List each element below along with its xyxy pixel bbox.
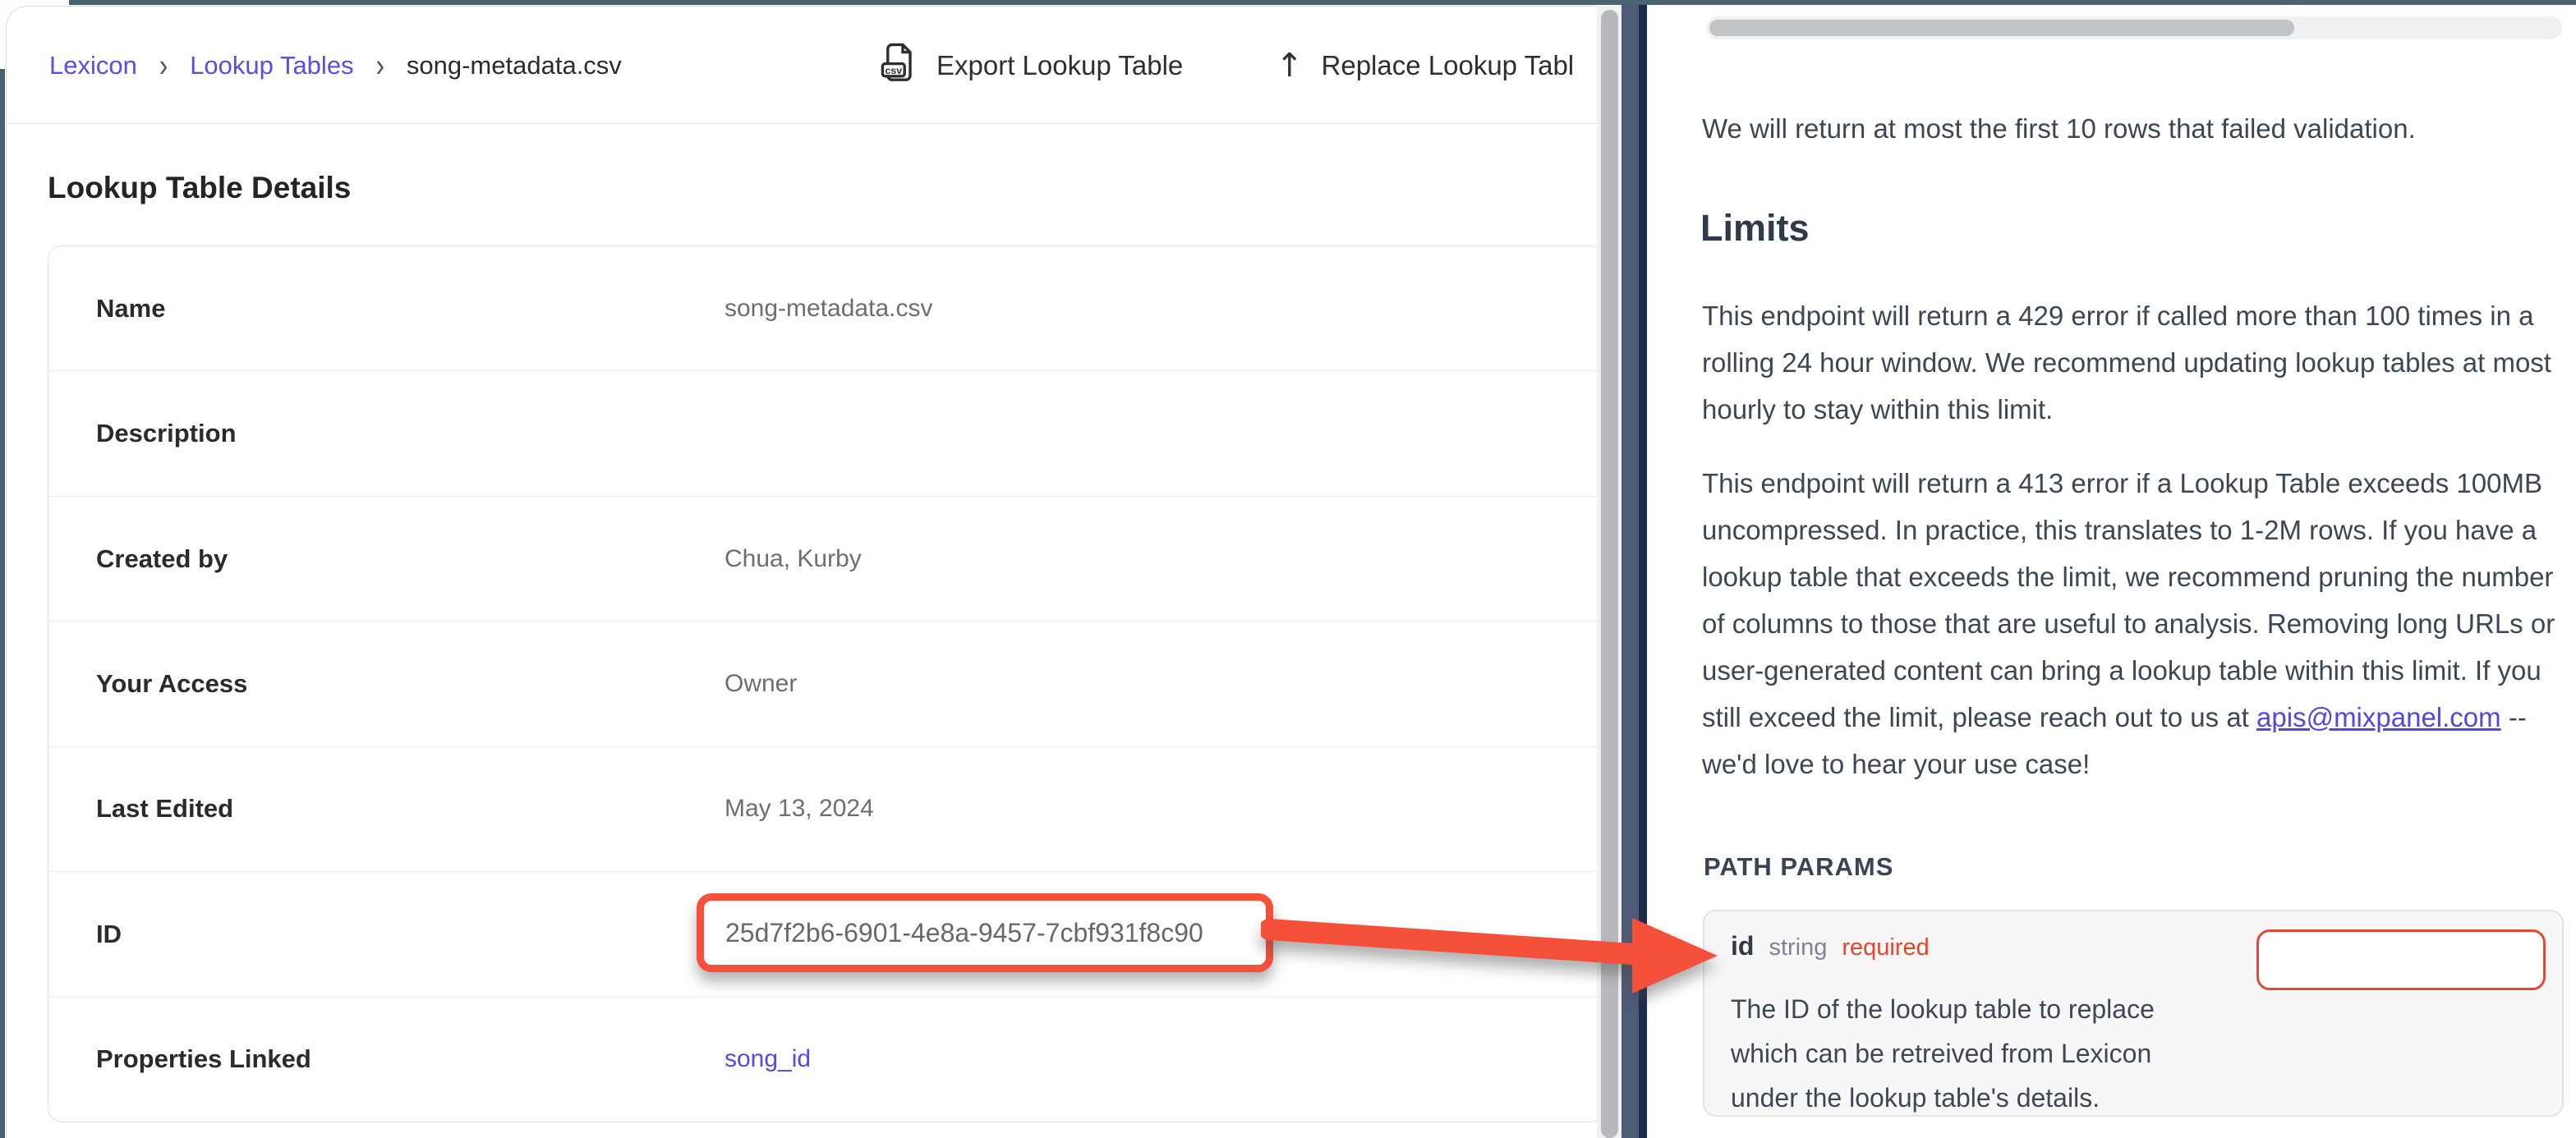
param-description: The ID of the lookup table to replace wh… xyxy=(1731,987,2155,1120)
breadcrumb-separator-icon: › xyxy=(159,47,168,84)
row-value: Chua, Kurby xyxy=(724,545,862,573)
lexicon-header: Lexicon › Lookup Tables › song-metadata.… xyxy=(7,7,1597,124)
limits-paragraph-413: This endpoint will return a 413 error if… xyxy=(1702,460,2563,787)
row-label: Properties Linked xyxy=(96,1044,311,1074)
row-label: ID xyxy=(96,920,122,949)
table-row-name: Name song-metadata.csv xyxy=(48,246,1597,371)
breadcrumb-current-file: song-metadata.csv xyxy=(407,51,622,80)
limits-paragraph-429: This endpoint will return a 429 error if… xyxy=(1702,292,2560,433)
row-label: Description xyxy=(96,419,237,448)
replace-lookup-table-button[interactable]: ↑ Replace Lookup Tabl xyxy=(1276,7,1574,124)
row-label: Created by xyxy=(96,544,228,574)
breadcrumb: Lexicon › Lookup Tables › song-metadata.… xyxy=(49,7,622,124)
page-title: Lookup Table Details xyxy=(48,171,351,205)
param-description-line: The ID of the lookup table to replace xyxy=(1731,987,2155,1031)
limits-heading: Limits xyxy=(1700,207,1810,250)
param-type: string xyxy=(1769,934,1827,961)
table-row-last-edited: Last Edited May 13, 2024 xyxy=(48,747,1597,872)
replace-button-label: Replace Lookup Tabl xyxy=(1322,50,1575,81)
backdrop-top-strip xyxy=(69,0,2576,5)
song-id-property-link[interactable]: song_id xyxy=(724,1045,811,1073)
param-id-input[interactable] xyxy=(2256,929,2546,990)
row-label: Name xyxy=(96,294,165,324)
screenshot-stage: Lexicon › Lookup Tables › song-metadata.… xyxy=(0,0,2576,1138)
breadcrumb-separator-icon: › xyxy=(376,47,384,84)
breadcrumb-lexicon[interactable]: Lexicon xyxy=(49,51,137,80)
export-lookup-table-button[interactable]: csv Export Lookup Table xyxy=(879,7,1183,124)
param-description-line: which can be retreived from Lexicon xyxy=(1731,1031,2155,1076)
svg-text:csv: csv xyxy=(885,64,902,76)
upload-arrow-icon: ↑ xyxy=(1276,47,1304,85)
row-value: song-metadata.csv xyxy=(724,295,932,323)
annotation-highlight-box: 25d7f2b6-6901-4e8a-9457-7cbf931f8c90 xyxy=(697,893,1273,972)
param-required-badge: required xyxy=(1842,934,1929,961)
row-value: May 13, 2024 xyxy=(724,795,874,823)
annotation-arrow xyxy=(1261,895,1737,1018)
path-param-id-card: id string required The ID of the lookup … xyxy=(1703,910,2564,1117)
path-params-label: PATH PARAMS xyxy=(1704,852,1893,882)
paragraph-text: This endpoint will return a 413 error if… xyxy=(1702,468,2555,732)
docs-horizontal-scrollbar-thumb[interactable] xyxy=(1709,20,2294,36)
table-row-description: Description xyxy=(48,371,1597,496)
export-button-label: Export Lookup Table xyxy=(936,50,1183,81)
backdrop-left-strip xyxy=(0,69,5,1138)
param-description-line: under the lookup table's details. xyxy=(1731,1076,2155,1120)
param-header: id string required xyxy=(1731,931,1930,961)
row-value: Owner xyxy=(724,670,797,698)
lookup-table-id-value: 25d7f2b6-6901-4e8a-9457-7cbf931f8c90 xyxy=(725,918,1203,948)
table-row-your-access: Your Access Owner xyxy=(48,622,1597,746)
row-label: Your Access xyxy=(96,669,247,699)
csv-file-icon: csv xyxy=(879,41,918,90)
table-row-created-by: Created by Chua, Kurby xyxy=(48,497,1597,622)
docs-intro-text: We will return at most the first 10 rows… xyxy=(1702,105,2560,152)
breadcrumb-lookup-tables[interactable]: Lookup Tables xyxy=(190,51,353,80)
row-label: Last Edited xyxy=(96,794,233,824)
apis-mixpanel-email-link[interactable]: apis@mixpanel.com xyxy=(2256,702,2501,732)
